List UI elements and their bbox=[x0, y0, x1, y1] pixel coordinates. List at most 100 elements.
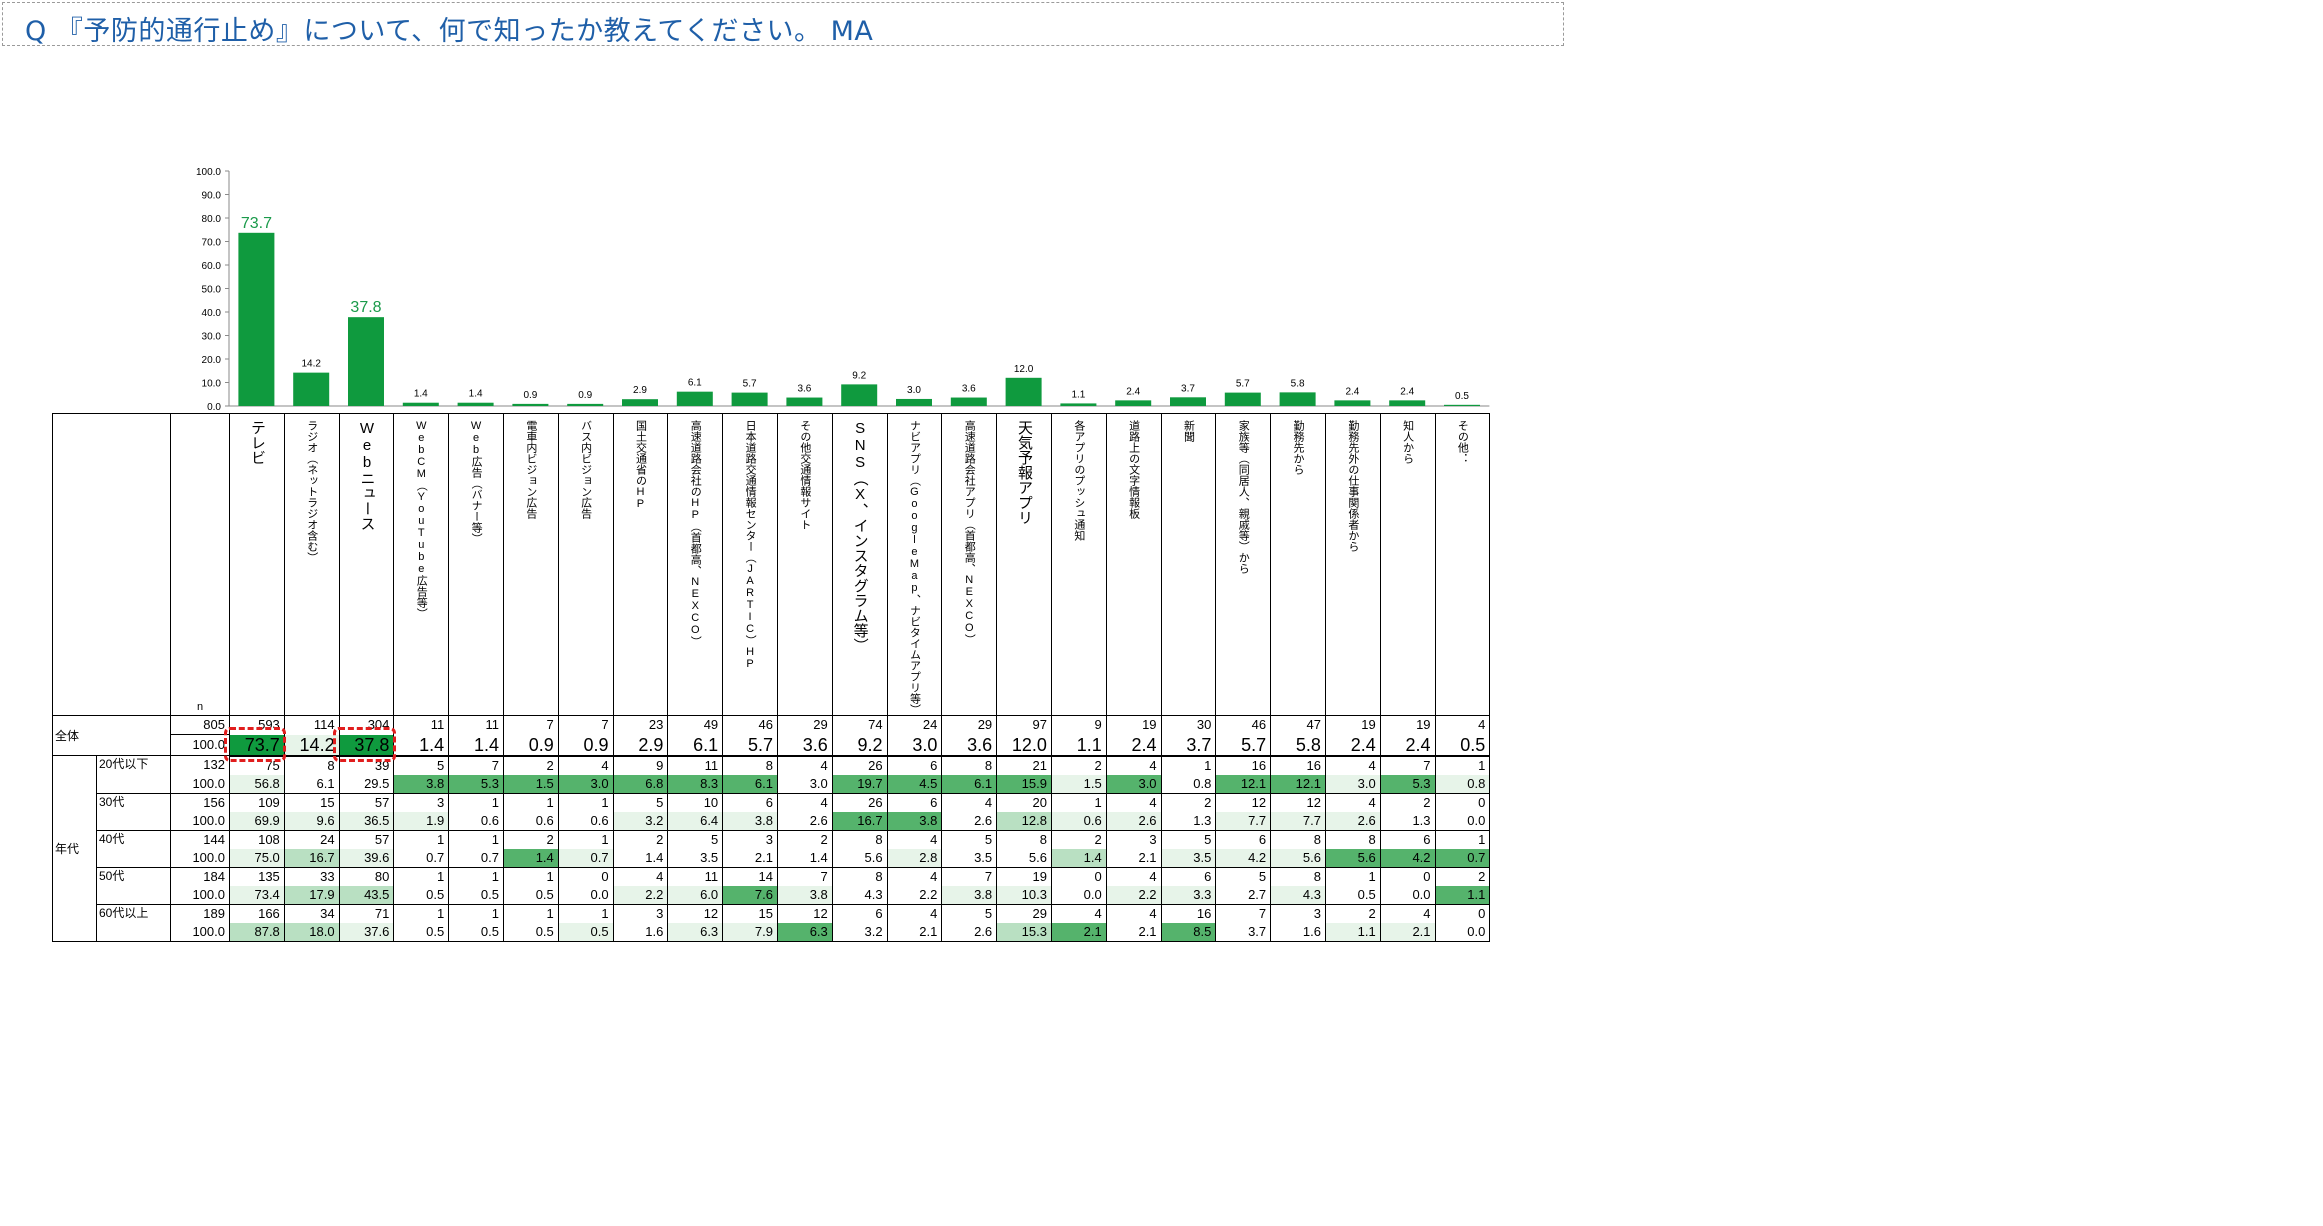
age-count-cell: 5 bbox=[941, 829, 998, 849]
total-pct-cell: 3.0 bbox=[886, 734, 943, 757]
age-count-cell: 4 bbox=[1324, 792, 1381, 812]
age-count-cell: 8 bbox=[1270, 866, 1326, 886]
age-pct-cell: 3.8 bbox=[886, 811, 943, 831]
age-count-cell: 1 bbox=[557, 903, 614, 923]
age-pct-cell: 0.0 bbox=[1379, 885, 1436, 905]
total-count-cell: 23 bbox=[612, 715, 669, 735]
total-pct-cell: 0.9 bbox=[502, 734, 559, 757]
age-count-cell: 11 bbox=[667, 755, 724, 775]
age-count-cell: 7 bbox=[941, 866, 998, 886]
age-count-cell: 4 bbox=[1324, 755, 1381, 775]
age-pct-cell: 0.5 bbox=[393, 885, 450, 905]
age-count-cell: 5 bbox=[612, 792, 669, 812]
bar bbox=[786, 397, 823, 406]
age-count-cell: 34 bbox=[283, 903, 340, 923]
bar-value-label: 3.7 bbox=[1181, 383, 1195, 394]
column-header: 新聞 bbox=[1160, 413, 1217, 716]
age-count-cell: 1 bbox=[557, 792, 614, 812]
age-pct-cell: 15.3 bbox=[996, 922, 1052, 942]
age-count-cell: 6 bbox=[1379, 829, 1436, 849]
bar bbox=[1334, 400, 1371, 406]
age-count-cell: 4 bbox=[1105, 866, 1162, 886]
highlight-callout bbox=[223, 726, 287, 762]
age-count-cell: 1 bbox=[1050, 792, 1107, 812]
age-count-cell: 8 bbox=[941, 755, 998, 775]
bar-value-label: 1.4 bbox=[414, 389, 428, 400]
age-pct-cell: 73.4 bbox=[229, 885, 285, 905]
y-tick-label: 50.0 bbox=[202, 285, 222, 296]
age-count-cell: 2 bbox=[776, 829, 833, 849]
y-tick-label: 70.0 bbox=[202, 238, 222, 249]
age-count-cell: 0 bbox=[557, 866, 614, 886]
age-pct-cell: 0.6 bbox=[448, 811, 504, 831]
bar-value-label: 1.4 bbox=[469, 389, 483, 400]
total-base: 100.0 bbox=[170, 734, 230, 756]
total-pct-cell: 14.2 bbox=[283, 734, 340, 757]
age-count-cell: 4 bbox=[886, 829, 943, 849]
age-count-cell: 109 bbox=[229, 792, 285, 812]
age-pct-cell: 6.1 bbox=[941, 774, 998, 794]
age-count-cell: 4 bbox=[612, 866, 669, 886]
age-pct-cell: 37.6 bbox=[338, 922, 395, 942]
total-n: 805 bbox=[170, 715, 230, 735]
bar-value-label: 0.9 bbox=[523, 390, 537, 401]
age-count-cell: 16 bbox=[1270, 755, 1326, 775]
bar bbox=[1060, 403, 1097, 406]
total-label: 全体 bbox=[52, 715, 171, 756]
column-header: 道路上の文字情報板 bbox=[1105, 413, 1162, 716]
age-row-label: 40代 bbox=[96, 829, 171, 868]
age-pct-cell: 17.9 bbox=[283, 885, 340, 905]
bar-value-label: 2.4 bbox=[1126, 386, 1140, 397]
age-row-base: 100.0 bbox=[170, 774, 230, 794]
header-row: n テレビ ラジオ（ネットラジオ含む） Webニュース WebCM（YouTube広告等… bbox=[52, 413, 1491, 716]
age-pct-cell: 16.7 bbox=[831, 811, 888, 831]
column-header-label: テレビ bbox=[248, 420, 266, 465]
age-count-cell: 6 bbox=[886, 792, 943, 812]
column-header-label: WebCM（YouTube広告等） bbox=[415, 420, 428, 619]
total-pct-cell: 9.2 bbox=[831, 734, 888, 757]
age-pct-cell: 6.4 bbox=[667, 811, 724, 831]
total-count-cell: 74 bbox=[831, 715, 888, 735]
age-pct-cell: 36.5 bbox=[338, 811, 395, 831]
age-count-cell: 166 bbox=[229, 903, 285, 923]
bar bbox=[512, 403, 549, 406]
age-count-cell: 29 bbox=[996, 903, 1052, 923]
y-tick-label: 20.0 bbox=[202, 355, 222, 366]
age-count-cell: 6 bbox=[1160, 866, 1217, 886]
column-header: 国土交通省のHP bbox=[612, 413, 669, 716]
bar bbox=[567, 403, 604, 406]
y-tick-label: 90.0 bbox=[202, 191, 222, 202]
age-pct-cell: 18.0 bbox=[283, 922, 340, 942]
total-count-cell: 7 bbox=[557, 715, 614, 735]
total-pct-cell: 1.4 bbox=[448, 734, 504, 757]
age-count-cell: 8 bbox=[722, 755, 778, 775]
age-count-cell: 5 bbox=[1215, 866, 1272, 886]
age-pct-cell: 7.7 bbox=[1215, 811, 1272, 831]
bar bbox=[1115, 400, 1152, 406]
y-tick-label: 80.0 bbox=[202, 214, 222, 225]
y-tick-label: 0.0 bbox=[207, 402, 221, 413]
column-header: ラジオ（ネットラジオ含む） bbox=[283, 413, 340, 716]
age-pct-cell: 1.1 bbox=[1324, 922, 1381, 942]
header-corner bbox=[52, 413, 171, 716]
age-count-cell: 4 bbox=[776, 792, 833, 812]
y-tick-label: 40.0 bbox=[202, 308, 222, 319]
age-row-base: 100.0 bbox=[170, 885, 230, 905]
column-header-label: 電車内ビジョン広告 bbox=[524, 420, 537, 519]
bar bbox=[1279, 392, 1316, 406]
age-pct-cell: 69.9 bbox=[229, 811, 285, 831]
column-header: 知人から bbox=[1379, 413, 1436, 716]
total-count-cell: 49 bbox=[667, 715, 724, 735]
column-header: 日本道路交通情報センター（JARTIC）HP bbox=[722, 413, 778, 716]
age-pct-cell: 0.8 bbox=[1160, 774, 1217, 794]
age-count-cell: 5 bbox=[941, 903, 998, 923]
age-pct-cell: 1.4 bbox=[612, 848, 669, 868]
bar bbox=[1224, 392, 1261, 406]
column-header: その他： bbox=[1434, 413, 1491, 716]
total-count-cell: 19 bbox=[1379, 715, 1436, 735]
age-count-cell: 16 bbox=[1160, 903, 1217, 923]
age-count-cell: 33 bbox=[283, 866, 340, 886]
age-pct-cell: 3.0 bbox=[1105, 774, 1162, 794]
bar bbox=[348, 317, 384, 406]
age-pct-cell: 4.3 bbox=[1270, 885, 1326, 905]
